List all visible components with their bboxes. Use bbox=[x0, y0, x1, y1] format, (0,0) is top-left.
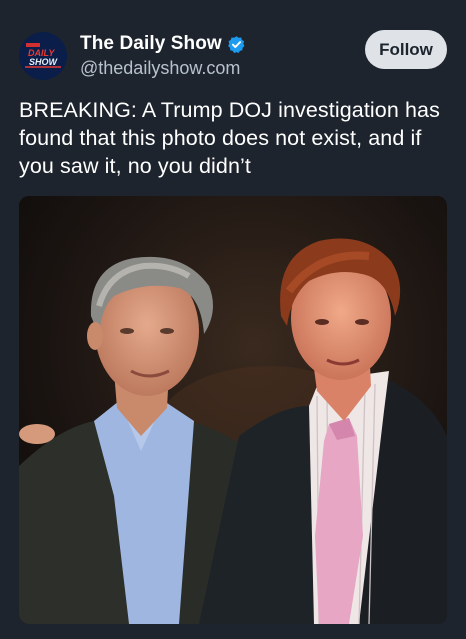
follow-button[interactable]: Follow bbox=[365, 30, 447, 69]
author-name-row: The Daily Show bbox=[80, 31, 246, 57]
photo-image bbox=[19, 196, 447, 624]
verified-check-icon bbox=[228, 35, 245, 53]
avatar[interactable]: DAILY SHOW bbox=[19, 32, 67, 80]
daily-show-logo: DAILY SHOW bbox=[21, 34, 65, 78]
post-text: BREAKING: A Trump DOJ investigation has … bbox=[19, 98, 440, 178]
svg-text:SHOW: SHOW bbox=[29, 57, 59, 67]
post-photo[interactable] bbox=[19, 196, 447, 624]
author-display-name[interactable]: The Daily Show bbox=[80, 33, 222, 55]
author-handle[interactable]: @thedailyshow.com bbox=[80, 58, 240, 79]
